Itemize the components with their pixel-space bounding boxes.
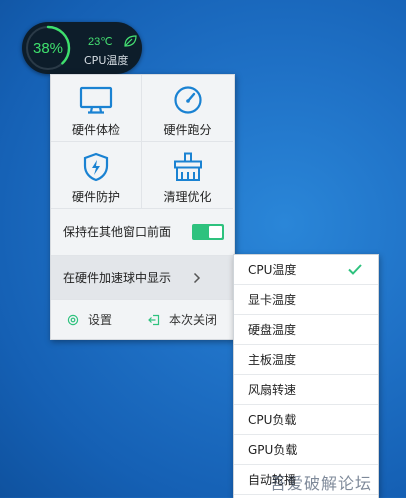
submenu-item[interactable]: CPU温度 (234, 255, 378, 285)
cleanup-optimize-label: 清理优化 (163, 190, 212, 204)
keep-on-top-label: 保持在其他窗口前面 (63, 225, 172, 239)
hardware-benchmark-label: 硬件跑分 (163, 123, 212, 137)
settings-button[interactable]: 设置 (67, 300, 112, 339)
hardware-check-label: 硬件体检 (71, 123, 120, 137)
show-in-ball-label: 在硬件加速球中显示 (63, 271, 172, 285)
submenu-item[interactable]: 风扇转速 (234, 375, 378, 405)
temperature-value: 23℃ (88, 36, 113, 48)
gear-icon (67, 314, 79, 325)
hardware-check-tile[interactable]: 硬件体检 (51, 75, 142, 142)
monitor-icon (79, 86, 113, 114)
submenu-item[interactable]: 主板温度 (234, 345, 378, 375)
submenu-item-label: GPU负载 (248, 443, 298, 457)
exit-icon (148, 314, 160, 325)
submenu-item[interactable]: CPU负载 (234, 405, 378, 435)
chevron-right-icon (193, 272, 201, 284)
close-once-label: 本次关闭 (169, 313, 218, 327)
submenu-item-label: CPU温度 (248, 263, 297, 277)
shield-lightning-icon (83, 152, 109, 182)
submenu-item[interactable]: 硬盘温度 (234, 315, 378, 345)
speedometer-icon (173, 86, 202, 114)
keep-on-top-row[interactable]: 保持在其他窗口前面 (51, 209, 234, 254)
hardware-benchmark-tile[interactable]: 硬件跑分 (142, 75, 233, 142)
hardware-protection-tile[interactable]: 硬件防护 (51, 142, 142, 209)
watermark: 吾爱破解论坛 (270, 474, 373, 493)
checkmark-icon (348, 264, 362, 275)
cpu-temp-label: CPU温度 (84, 54, 129, 67)
submenu-item[interactable]: GPU负载 (234, 435, 378, 465)
submenu-item-label: 风扇转速 (248, 383, 297, 397)
load-percent: 38% (32, 39, 64, 57)
menu-footer: 设置 本次关闭 (51, 300, 234, 339)
hardware-menu: 硬件体检 硬件跑分 硬件防护 清理优化 保持在其他窗口前面 在硬件加速球中显示 (50, 74, 235, 340)
hardware-ball-widget[interactable]: 38% 23℃ CPU温度 (22, 22, 142, 74)
close-once-button[interactable]: 本次关闭 (148, 300, 217, 339)
show-in-ball-row[interactable]: 在硬件加速球中显示 (51, 255, 234, 300)
display-item-submenu: CPU温度 显卡温度 硬盘温度 主板温度 风扇转速 CPU负载 GPU负载 自动轮播 (233, 254, 379, 498)
submenu-item-label: 硬盘温度 (248, 323, 297, 337)
submenu-item-label: 显卡温度 (248, 293, 297, 307)
cleanup-optimize-tile[interactable]: 清理优化 (142, 142, 233, 209)
hardware-protection-label: 硬件防护 (71, 190, 120, 204)
toggle-knob (209, 226, 222, 238)
leaf-icon (124, 35, 137, 47)
submenu-item[interactable]: 显卡温度 (234, 285, 378, 315)
settings-label: 设置 (88, 313, 113, 327)
submenu-item-label: 主板温度 (248, 353, 297, 367)
submenu-item-label: CPU负载 (248, 413, 297, 427)
keep-on-top-toggle[interactable] (192, 224, 224, 240)
broom-icon (173, 152, 202, 181)
